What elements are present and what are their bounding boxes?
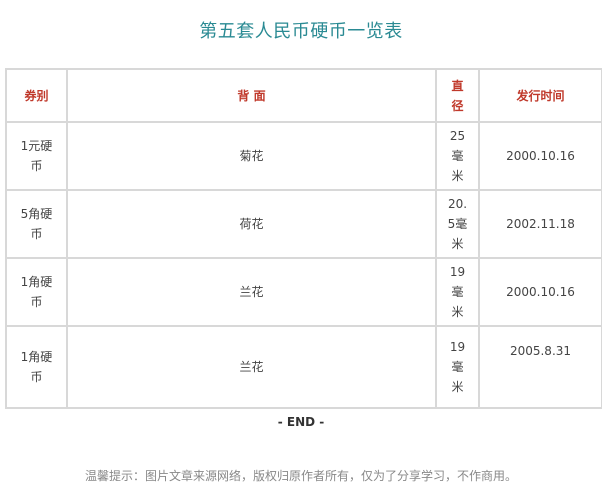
end-marker: - END - [277, 415, 325, 429]
diameter-text: 25毫米 [449, 129, 466, 183]
header-denomination-label: 券别 [24, 88, 49, 103]
cell-denomination: 1角硬币 [5, 325, 68, 409]
header-diameter: 直径 [435, 68, 480, 123]
page-title: 第五套人民币硬币一览表 [199, 21, 403, 42]
diameter-text: 20.5毫米 [447, 197, 468, 251]
cell-reverse: 兰花 [66, 257, 437, 327]
footer-note: 温馨提示：图片文章来源网络，版权归原作者所有，仅为了分享学习，不作商用。 [84, 469, 517, 483]
denomination-text: 1角硬币 [20, 275, 53, 309]
header-issue-date-label: 发行时间 [516, 88, 565, 103]
cell-reverse: 菊花 [66, 121, 437, 191]
cell-issue-date: 2000.10.16 [478, 257, 602, 327]
header-reverse: 背 面 [66, 68, 437, 123]
cell-diameter: 25毫米 [435, 121, 480, 191]
cell-reverse: 荷花 [66, 189, 437, 259]
table-row: 1角硬币 兰花 19毫米 2000.10.16 [5, 257, 602, 327]
header-reverse-label: 背 面 [237, 88, 266, 103]
diameter-text: 19毫米 [449, 340, 466, 394]
table-row: 1元硬币 菊花 25毫米 2000.10.16 [5, 121, 602, 191]
header-denomination: 券别 [5, 68, 68, 123]
table-row: 1角硬币 兰花 19毫米 2005.8.31 [5, 325, 602, 409]
header-diameter-label: 直径 [451, 78, 464, 113]
cell-reverse: 兰花 [66, 325, 437, 409]
denomination-text: 1角硬币 [20, 350, 53, 384]
cell-issue-date: 2002.11.18 [478, 189, 602, 259]
cell-denomination: 1角硬币 [5, 257, 68, 327]
cell-issue-date: 2005.8.31 [478, 325, 602, 409]
diameter-text: 19毫米 [449, 265, 466, 319]
issue-date-text: 2005.8.31 [509, 344, 572, 358]
cell-diameter: 20.5毫米 [435, 189, 480, 259]
header-issue-date: 发行时间 [478, 68, 602, 123]
cell-denomination: 5角硬币 [5, 189, 68, 259]
cell-diameter: 19毫米 [435, 257, 480, 327]
denomination-text: 1元硬币 [20, 139, 53, 173]
table-header-row: 券别 背 面 直径 发行时间 [5, 68, 602, 123]
cell-issue-date: 2000.10.16 [478, 121, 602, 191]
denomination-text: 5角硬币 [20, 207, 53, 241]
table-row: 5角硬币 荷花 20.5毫米 2002.11.18 [5, 189, 602, 259]
cell-diameter: 19毫米 [435, 325, 480, 409]
cell-denomination: 1元硬币 [5, 121, 68, 191]
coin-table: 券别 背 面 直径 发行时间 1元硬币 菊花 25毫米 2000.10.16 5… [5, 68, 602, 409]
